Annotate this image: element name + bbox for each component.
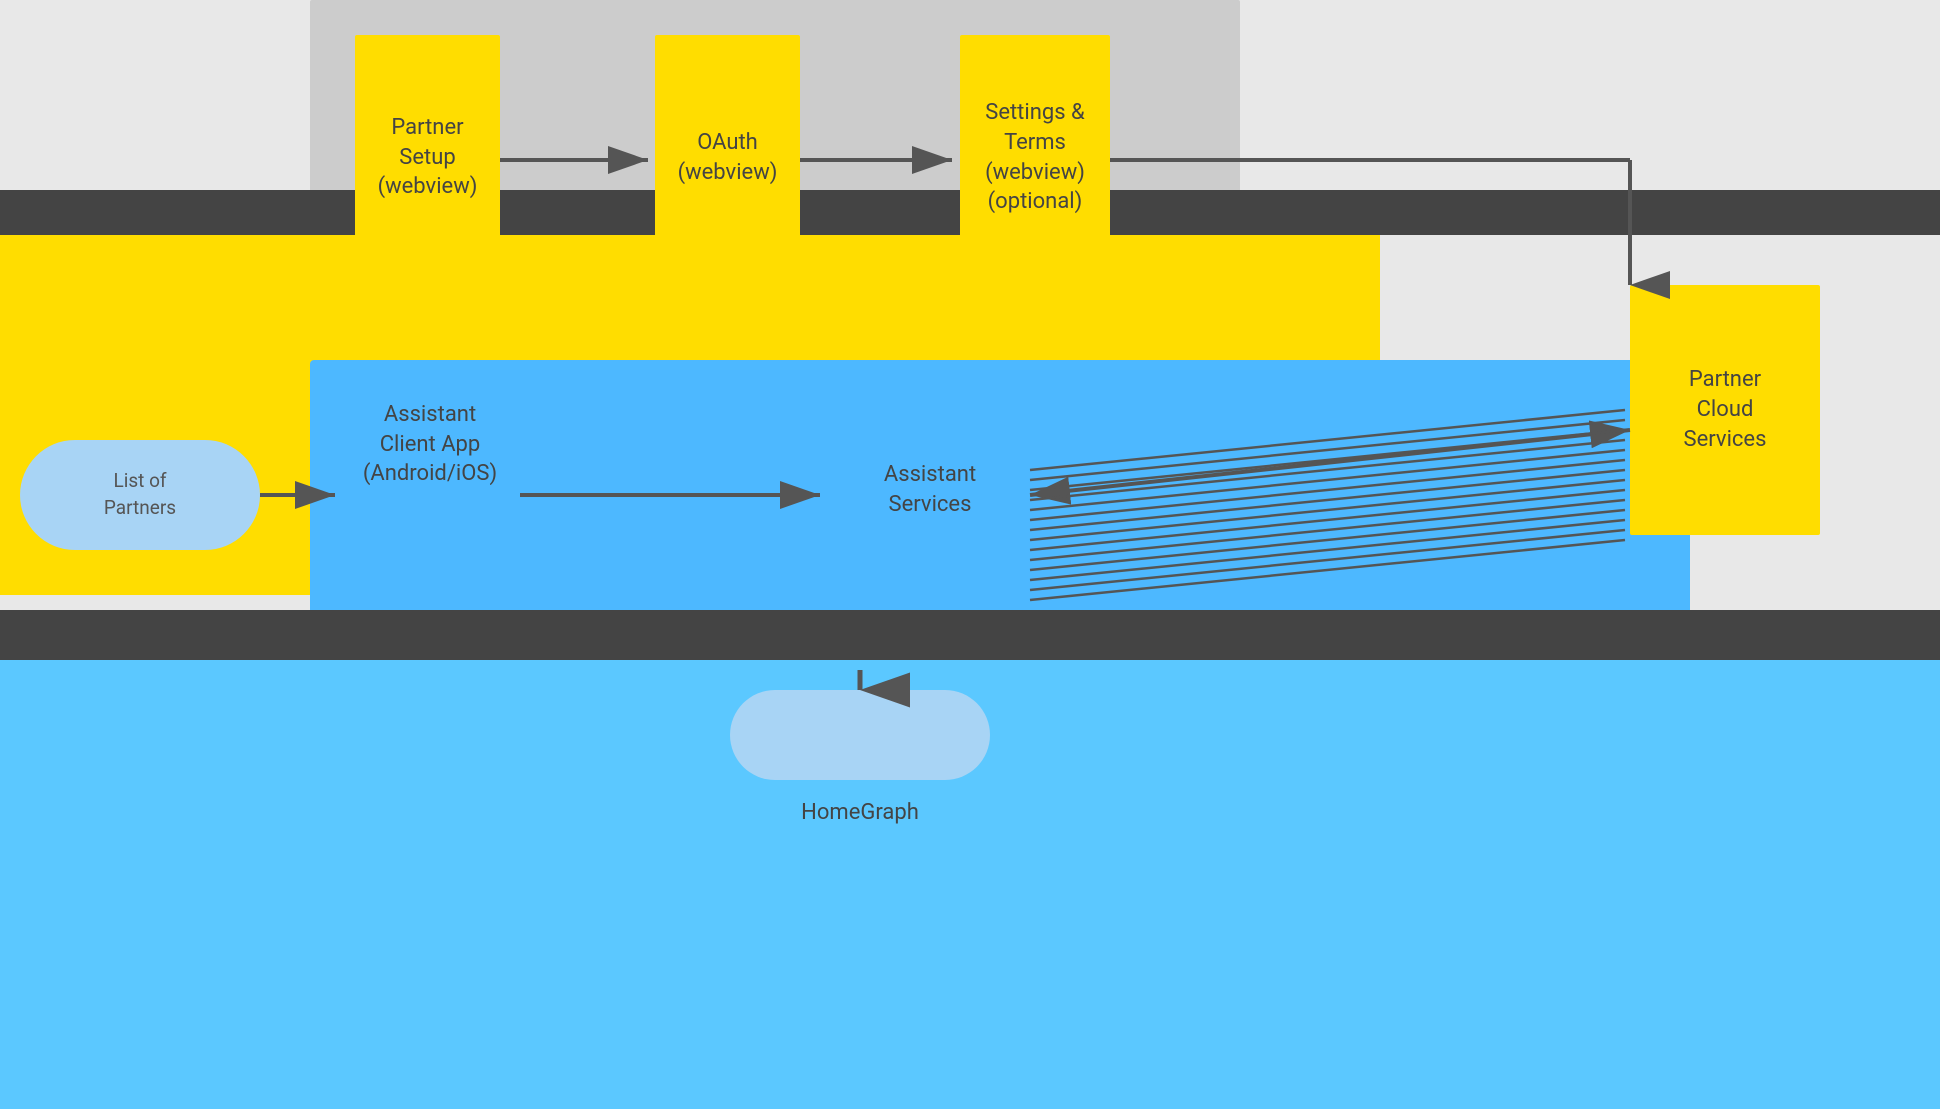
diagram-container: Partner Setup (webview) OAuth (webview) … [0,0,1940,1109]
oval-partners-label: List of Partners [104,468,176,521]
oval-partners: List of Partners [20,440,260,550]
assistant-services-block: Assistant Services [830,460,1030,519]
box-partner-setup: Partner Setup (webview) [355,35,500,280]
box-settings-label: Settings & Terms (webview) (optional) [985,98,1085,217]
box-partner-setup-label: Partner Setup (webview) [378,113,478,202]
assistant-client-block: Assistant Client App (Android/iOS) [340,400,520,489]
assistant-services-label: Assistant Services [884,462,976,517]
box-oauth-label: OAuth (webview) [678,128,778,187]
box-oauth: OAuth (webview) [655,35,800,280]
box-settings: Settings & Terms (webview) (optional) [960,35,1110,280]
homegraph-label: HomeGraph [760,800,960,825]
middle-bar [0,610,1940,660]
assistant-client-label: Assistant Client App (Android/iOS) [363,402,497,486]
box-partner-cloud: Partner Cloud Services [1630,285,1820,535]
oval-homegraph [730,690,990,780]
box-partner-cloud-label: Partner Cloud Services [1684,365,1767,454]
